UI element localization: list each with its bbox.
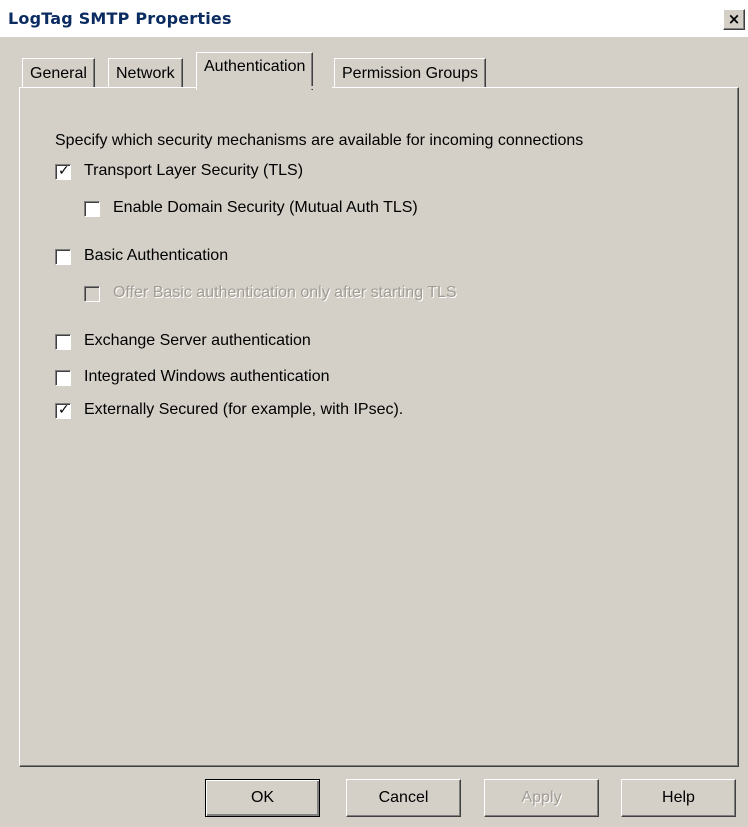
basic-auth-checkbox[interactable] xyxy=(55,249,71,265)
properties-dialog: LogTag SMTP Properties × General Network… xyxy=(0,0,748,827)
authentication-panel xyxy=(19,87,739,767)
integrated-windows-auth-checkbox[interactable] xyxy=(55,370,71,386)
ok-label: OK xyxy=(250,789,275,806)
option-label: Enable Domain Security (Mutual Auth TLS) xyxy=(113,199,418,216)
option-label: Exchange Server authentication xyxy=(84,332,311,349)
exchange-server-auth-checkbox[interactable] xyxy=(55,334,71,350)
tab-general[interactable]: General xyxy=(22,58,95,88)
active-tab-joiner xyxy=(197,86,332,89)
close-icon: × xyxy=(727,10,741,28)
tls-checkbox[interactable]: ✓ xyxy=(55,163,71,180)
apply-button: Apply xyxy=(484,779,599,817)
cancel-label: Cancel xyxy=(378,789,429,806)
ok-button[interactable]: OK xyxy=(205,779,320,817)
intro-text: Specify which security mechanisms are av… xyxy=(55,132,584,149)
option-label: Integrated Windows authentication xyxy=(84,368,330,385)
tab-network[interactable]: Network xyxy=(108,58,183,88)
tab-label: Permission Groups xyxy=(342,65,479,82)
tab-label: Authentication xyxy=(204,58,306,75)
externally-secured-checkbox[interactable]: ✓ xyxy=(55,402,71,419)
window-title: LogTag SMTP Properties xyxy=(8,9,232,28)
tab-authentication[interactable]: Authentication xyxy=(196,52,314,90)
option-label: Offer Basic authentication only after st… xyxy=(113,284,457,301)
cancel-button[interactable]: Cancel xyxy=(346,779,461,817)
title-bar[interactable]: LogTag SMTP Properties × xyxy=(0,0,748,37)
tab-label: Network xyxy=(116,65,175,82)
apply-label: Apply xyxy=(521,789,562,806)
help-button[interactable]: Help xyxy=(621,779,736,817)
tab-permission-groups[interactable]: Permission Groups xyxy=(334,58,487,88)
check-icon: ✓ xyxy=(58,163,70,179)
basic-after-tls-checkbox xyxy=(84,286,100,302)
option-label: Basic Authentication xyxy=(84,247,229,264)
domain-security-checkbox[interactable] xyxy=(84,201,100,217)
close-button[interactable]: × xyxy=(723,9,745,30)
tab-label: General xyxy=(30,65,87,82)
option-label: Transport Layer Security (TLS) xyxy=(84,162,304,179)
option-label: Externally Secured (for example, with IP… xyxy=(84,401,404,418)
check-icon: ✓ xyxy=(58,402,70,418)
help-label: Help xyxy=(662,789,695,806)
